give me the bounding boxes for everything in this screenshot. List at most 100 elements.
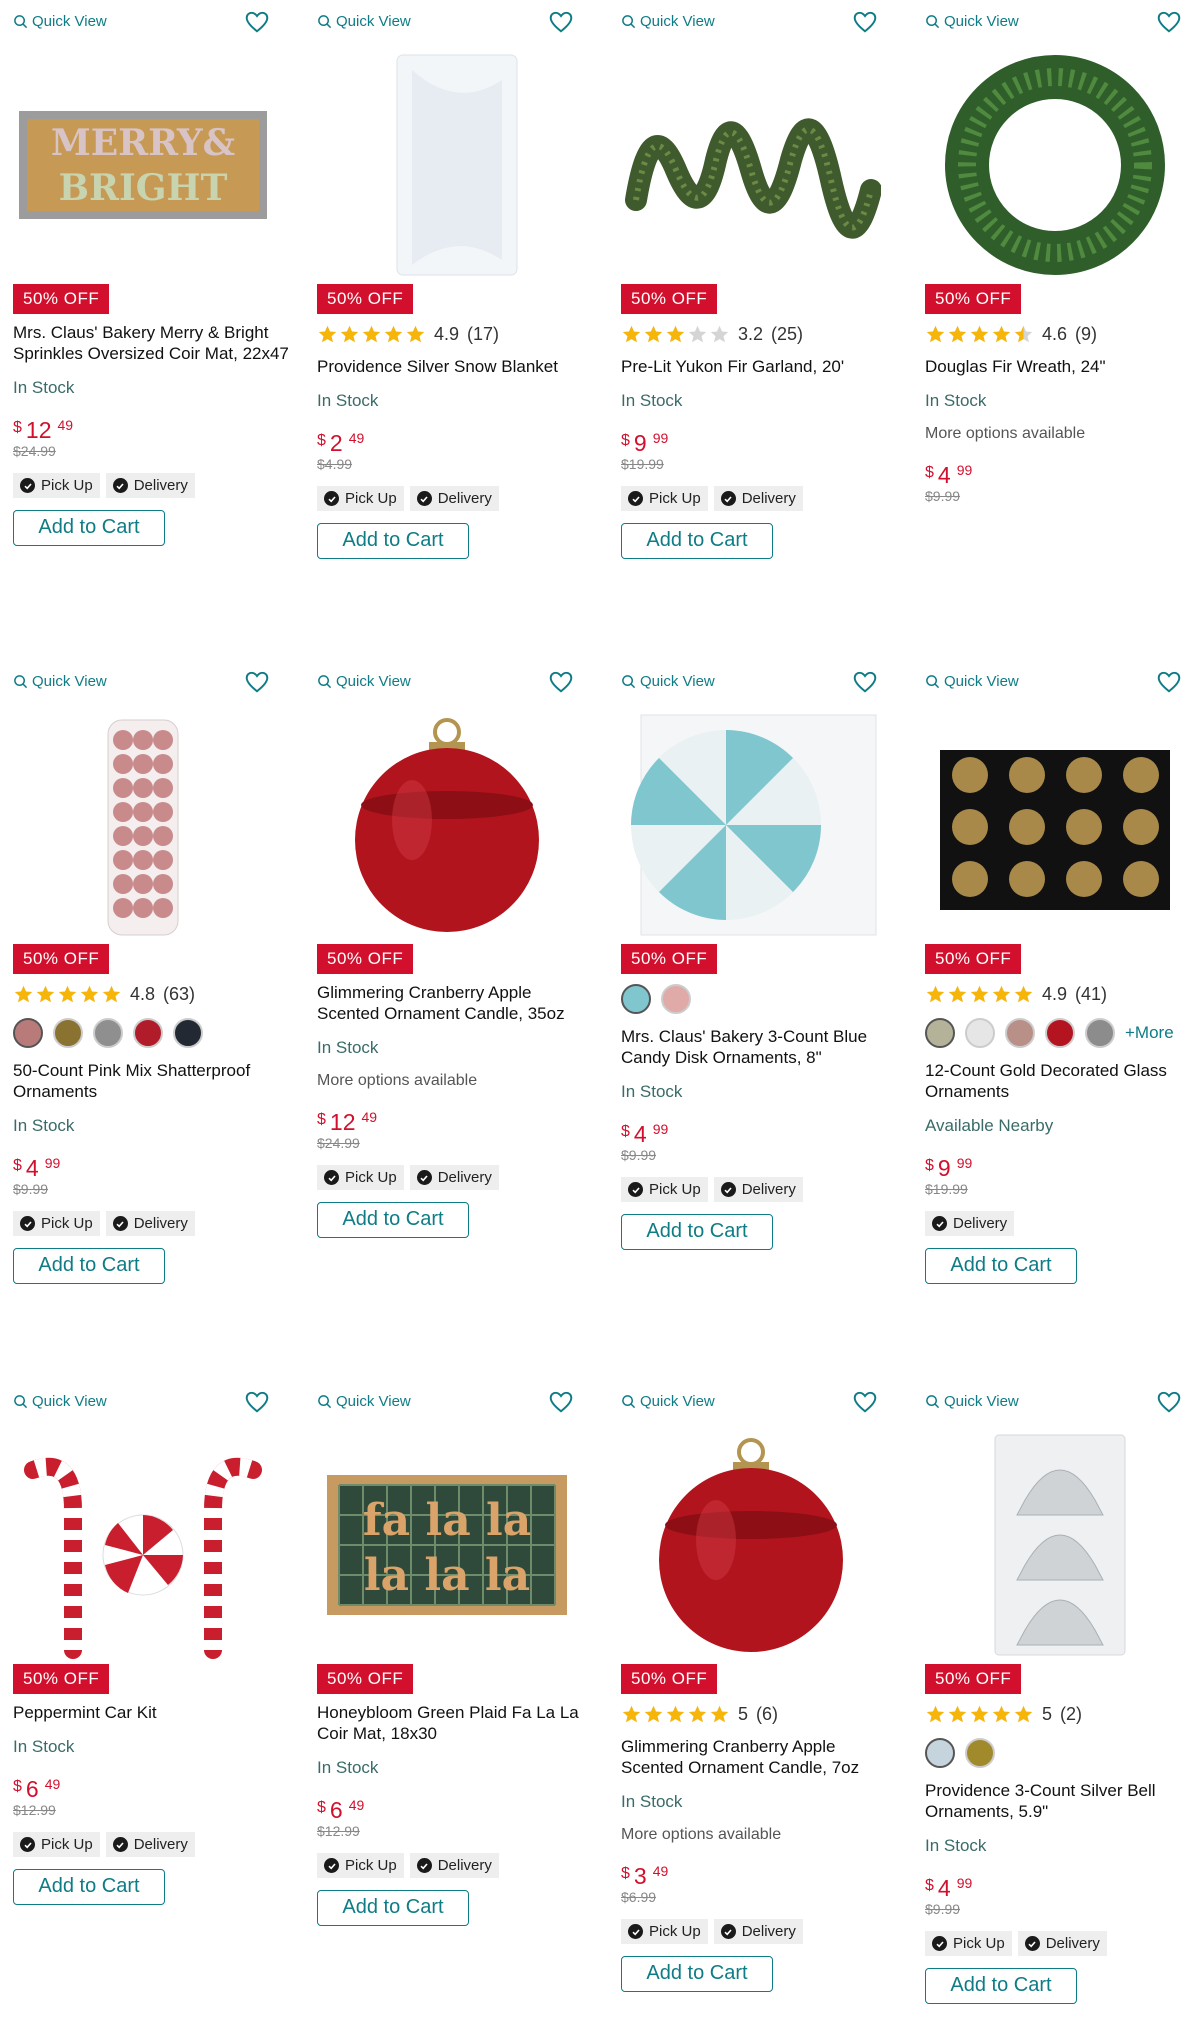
add-to-cart-button[interactable]: Add to Cart <box>317 1202 469 1238</box>
quick-view-link[interactable]: Quick View <box>925 13 1019 30</box>
pickup-chip[interactable]: Pick Up <box>621 1177 708 1202</box>
color-swatch[interactable] <box>173 1018 203 1048</box>
product-image[interactable]: fa la la la la la <box>317 1430 577 1660</box>
color-swatch[interactable] <box>965 1018 995 1048</box>
delivery-chip[interactable]: Delivery <box>105 473 195 498</box>
quick-view-link[interactable]: Quick View <box>13 1393 107 1410</box>
delivery-chip[interactable]: Delivery <box>713 486 803 511</box>
product-image[interactable] <box>621 710 881 940</box>
product-card[interactable]: Quick View 50% OFF 4.9 (17) Providence Silve… <box>304 0 594 650</box>
product-image[interactable] <box>317 50 577 280</box>
quick-view-link[interactable]: Quick View <box>13 673 107 690</box>
add-to-cart-button[interactable]: Add to Cart <box>13 1248 165 1284</box>
product-card[interactable]: Quick View 50% OFF 3.2 (25) Pre-Lit Yukon Fi… <box>608 0 898 650</box>
wishlist-heart-icon[interactable] <box>548 669 574 695</box>
add-to-cart-button[interactable]: Add to Cart <box>317 1890 469 1926</box>
add-to-cart-button[interactable]: Add to Cart <box>317 523 469 559</box>
delivery-chip[interactable]: Delivery <box>105 1832 195 1857</box>
product-card[interactable]: Quick View fa la la la la la 50% OFF Honeybl… <box>304 1380 594 2030</box>
pickup-chip[interactable]: Pick Up <box>13 473 100 498</box>
wishlist-heart-icon[interactable] <box>548 1389 574 1415</box>
add-to-cart-button[interactable]: Add to Cart <box>621 1956 773 1992</box>
product-card[interactable]: Quick View 50% OFF 4.8 (63) 50-Count Pink Mi… <box>0 660 290 1310</box>
wishlist-heart-icon[interactable] <box>1156 669 1182 695</box>
color-swatch[interactable] <box>621 984 651 1014</box>
quick-view-link[interactable]: Quick View <box>317 1393 411 1410</box>
delivery-chip[interactable]: Delivery <box>713 1177 803 1202</box>
wishlist-heart-icon[interactable] <box>1156 9 1182 35</box>
quick-view-link[interactable]: Quick View <box>925 673 1019 690</box>
delivery-chip[interactable]: Delivery <box>1017 1931 1107 1956</box>
wishlist-heart-icon[interactable] <box>852 9 878 35</box>
delivery-chip[interactable]: Delivery <box>105 1211 195 1236</box>
delivery-chip[interactable]: Delivery <box>409 486 499 511</box>
wishlist-heart-icon[interactable] <box>244 9 270 35</box>
product-title[interactable]: Honeybloom Green Plaid Fa La La Coir Mat… <box>317 1702 597 1744</box>
product-card[interactable]: Quick View 50% OFF 4.6 (9) Douglas Fir Wreat… <box>912 0 1200 650</box>
product-title[interactable]: Providence Silver Snow Blanket <box>317 356 597 377</box>
wishlist-heart-icon[interactable] <box>548 9 574 35</box>
add-to-cart-button[interactable]: Add to Cart <box>13 510 165 546</box>
pickup-chip[interactable]: Pick Up <box>621 486 708 511</box>
product-image[interactable] <box>13 710 273 940</box>
product-card[interactable]: Quick View MERRY& BRIGHT 50% OFF Mrs. Claus'… <box>0 0 290 650</box>
product-title[interactable]: Peppermint Car Kit <box>13 1702 293 1723</box>
rating[interactable]: 4.8 (63) <box>13 982 293 1006</box>
pickup-chip[interactable]: Pick Up <box>317 486 404 511</box>
product-image[interactable] <box>925 1430 1185 1660</box>
wishlist-heart-icon[interactable] <box>852 1389 878 1415</box>
add-to-cart-button[interactable]: Add to Cart <box>925 1248 1077 1284</box>
product-card[interactable]: Quick View 50% OFF 5 (2) Providence 3-Count … <box>912 1380 1200 2030</box>
rating[interactable]: 4.9 (41) <box>925 982 1200 1006</box>
product-title[interactable]: Glimmering Cranberry Apple Scented Ornam… <box>317 982 597 1024</box>
product-image[interactable]: MERRY& BRIGHT <box>13 50 273 280</box>
quick-view-link[interactable]: Quick View <box>925 1393 1019 1410</box>
rating[interactable]: 5 (6) <box>621 1702 901 1726</box>
rating[interactable]: 4.9 (17) <box>317 322 597 346</box>
pickup-chip[interactable]: Pick Up <box>13 1211 100 1236</box>
quick-view-link[interactable]: Quick View <box>621 13 715 30</box>
delivery-chip[interactable]: Delivery <box>713 1919 803 1944</box>
quick-view-link[interactable]: Quick View <box>621 1393 715 1410</box>
product-card[interactable]: Quick View 50% OFF Glimmering Cranberry Ap… <box>304 660 594 1310</box>
product-image[interactable] <box>925 50 1185 280</box>
wishlist-heart-icon[interactable] <box>852 669 878 695</box>
product-title[interactable]: Mrs. Claus' Bakery 3-Count Blue Candy Di… <box>621 1026 901 1068</box>
product-title[interactable]: Glimmering Cranberry Apple Scented Ornam… <box>621 1736 901 1778</box>
product-card[interactable]: Quick View 50% OFF Peppermint Car Kit In St… <box>0 1380 290 2030</box>
pickup-chip[interactable]: Pick Up <box>317 1853 404 1878</box>
rating[interactable]: 4.6 (9) <box>925 322 1200 346</box>
color-swatch[interactable] <box>1045 1018 1075 1048</box>
wishlist-heart-icon[interactable] <box>1156 1389 1182 1415</box>
rating[interactable]: 5 (2) <box>925 1702 1200 1726</box>
quick-view-link[interactable]: Quick View <box>317 673 411 690</box>
pickup-chip[interactable]: Pick Up <box>317 1165 404 1190</box>
product-title[interactable]: Douglas Fir Wreath, 24" <box>925 356 1200 377</box>
wishlist-heart-icon[interactable] <box>244 1389 270 1415</box>
pickup-chip[interactable]: Pick Up <box>13 1832 100 1857</box>
pickup-chip[interactable]: Pick Up <box>621 1919 708 1944</box>
product-image[interactable] <box>621 50 881 280</box>
quick-view-link[interactable]: Quick View <box>621 673 715 690</box>
color-swatch[interactable] <box>53 1018 83 1048</box>
product-image[interactable] <box>13 1430 273 1660</box>
color-swatch[interactable] <box>1005 1018 1035 1048</box>
product-title[interactable]: Providence 3-Count Silver Bell Ornaments… <box>925 1780 1200 1822</box>
add-to-cart-button[interactable]: Add to Cart <box>925 1968 1077 2004</box>
product-title[interactable]: Pre-Lit Yukon Fir Garland, 20' <box>621 356 901 377</box>
delivery-chip[interactable]: Delivery <box>409 1853 499 1878</box>
delivery-chip[interactable]: Delivery <box>925 1211 1015 1236</box>
product-card[interactable]: Quick View 50% OFF 5 (6) Glimmering Cranberr… <box>608 1380 898 2030</box>
product-card[interactable]: Quick View 50% OFF 4.9 (41) +More 12-Count Go… <box>912 660 1200 1310</box>
product-title[interactable]: 12-Count Gold Decorated Glass Ornaments <box>925 1060 1200 1102</box>
wishlist-heart-icon[interactable] <box>244 669 270 695</box>
product-card[interactable]: Quick View 50% OFF Mrs. Claus' Bakery 3-Co… <box>608 660 898 1310</box>
rating[interactable]: 3.2 (25) <box>621 322 901 346</box>
color-swatch[interactable] <box>661 984 691 1014</box>
color-swatch[interactable] <box>925 1738 955 1768</box>
delivery-chip[interactable]: Delivery <box>409 1165 499 1190</box>
color-swatch[interactable] <box>965 1738 995 1768</box>
add-to-cart-button[interactable]: Add to Cart <box>13 1869 165 1905</box>
quick-view-link[interactable]: Quick View <box>13 13 107 30</box>
color-swatch[interactable] <box>93 1018 123 1048</box>
